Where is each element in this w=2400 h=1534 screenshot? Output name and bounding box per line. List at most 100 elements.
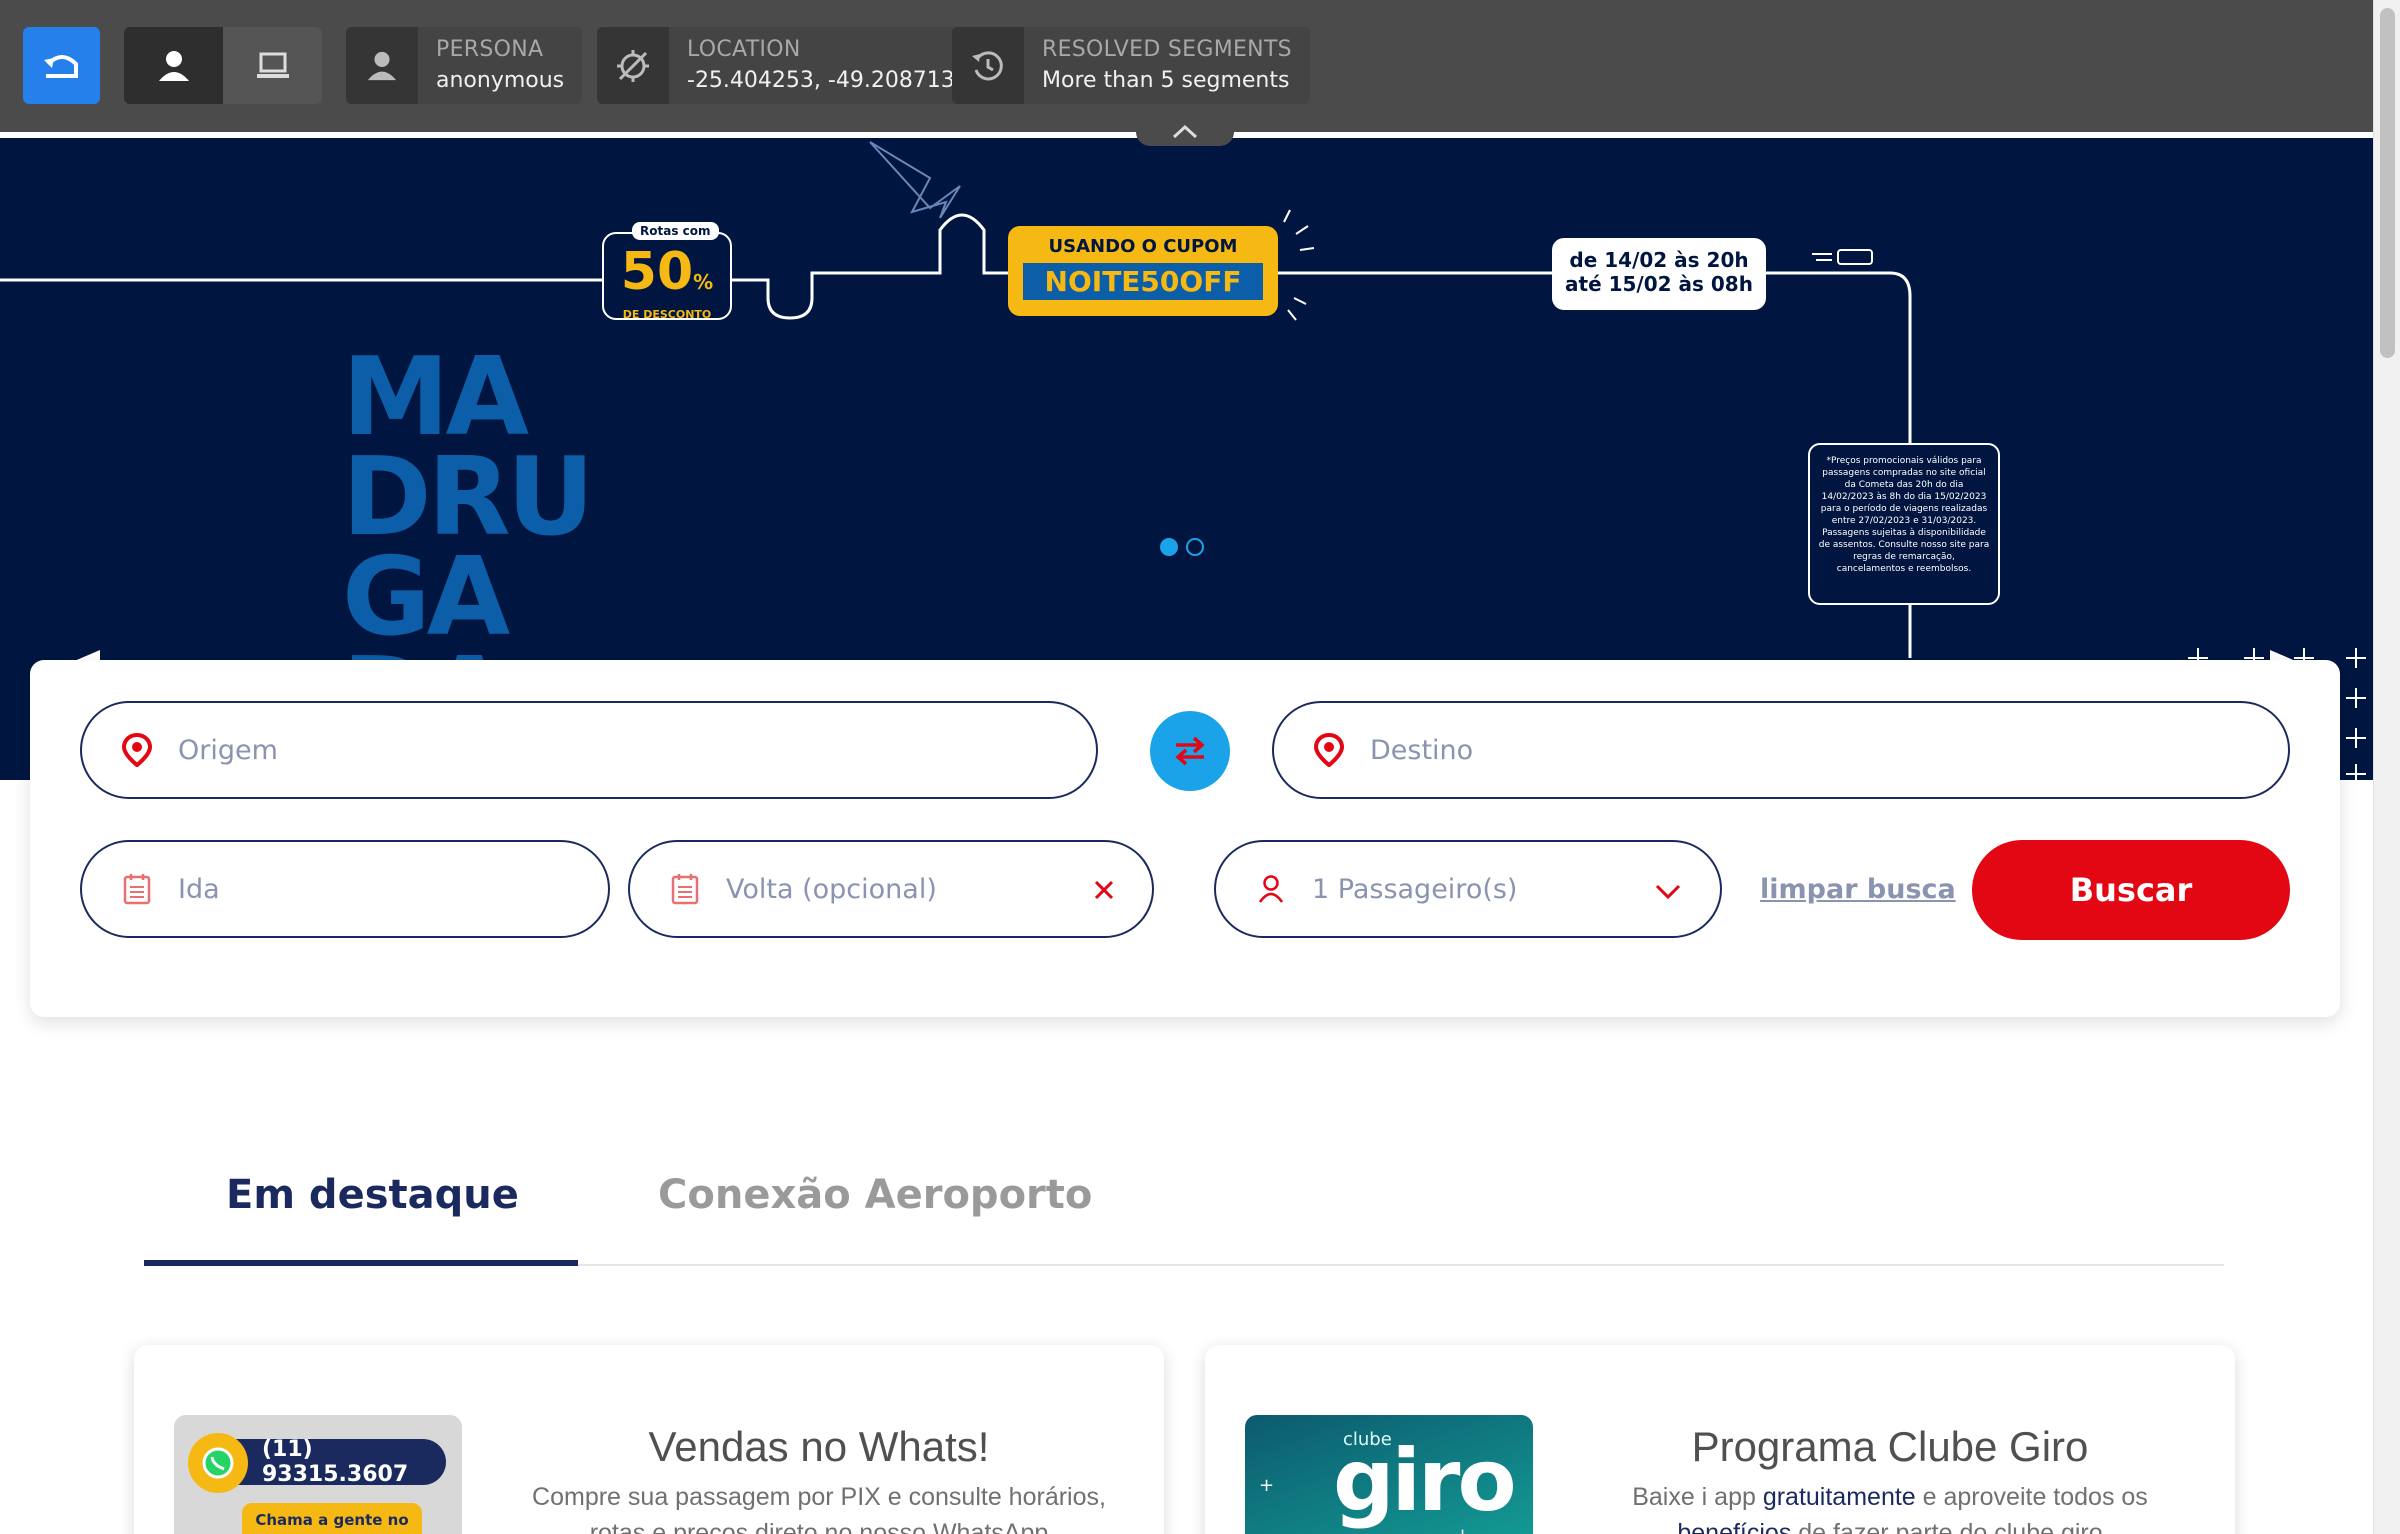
whatsapp-thumbnail: (11) 93315.3607 Chama a gente no [174, 1415, 462, 1534]
sparkle-icon: + [1455, 1525, 1470, 1534]
promo-dates: de 14/02 às 20h até 15/02 às 08h [1552, 238, 1766, 310]
segments-label: RESOLVED SEGMENTS [1042, 36, 1292, 62]
origin-field[interactable]: Origem [80, 701, 1098, 799]
clube-giro-thumbnail: clube giro + + [1245, 1415, 1533, 1534]
passengers-select[interactable]: 1 Passageiro(s) [1214, 840, 1722, 938]
whatsapp-caption: Chama a gente no [255, 1511, 409, 1529]
card-desc-line: rotas e preços direto no nosso WhatsApp [589, 1519, 1049, 1534]
destination-field[interactable]: Destino [1272, 701, 2290, 799]
return-date-field[interactable]: Volta (opcional) [628, 840, 1154, 938]
promo-fineprint: *Preços promocionais válidos para passag… [1808, 443, 2000, 605]
tab-conexao-aeroporto[interactable]: Conexão Aeroporto [658, 1172, 1092, 1218]
badge-sub-label: DE DESCONTO [622, 308, 712, 321]
clear-return-button[interactable] [1092, 878, 1116, 909]
headline-line: GA [342, 535, 510, 660]
location-label: LOCATION [687, 36, 801, 62]
location-text: LOCATION -25.404253, -49.208713 [669, 27, 973, 104]
calendar-icon [120, 872, 154, 906]
card-description: Compre sua passagem por PIX e consulte h… [514, 1479, 1124, 1534]
persona-icon-box [346, 27, 418, 104]
whatsapp-phone: (11) 93315.3607 [262, 1437, 409, 1487]
location-segment[interactable]: LOCATION -25.404253, -49.208713 [597, 27, 973, 104]
collapse-toolbar-button[interactable] [1136, 118, 1234, 146]
headline-line: MA [342, 335, 529, 460]
preview-mode-group [124, 27, 322, 104]
tab-em-destaque[interactable]: Em destaque [226, 1172, 519, 1218]
swap-cities-button[interactable] [1150, 711, 1230, 791]
card-desc-text: de fazer parte do clube giro [1791, 1519, 2103, 1534]
persona-value: anonymous [436, 67, 565, 93]
card-description: Baixe i app gratuitamente e aproveite to… [1585, 1479, 2195, 1534]
search-button[interactable]: Buscar [1972, 840, 2290, 940]
laptop-icon [256, 52, 289, 78]
segments-value: More than 5 segments [1042, 67, 1290, 93]
swap-icon [1175, 736, 1205, 766]
card-desc-line: Compre sua passagem por PIX e consulte h… [532, 1483, 1106, 1511]
segments-text: RESOLVED SEGMENTS More than 5 segments [1024, 27, 1310, 104]
discount-badge: Rotas com 50% DE DESCONTO [602, 222, 732, 321]
departure-date-field[interactable]: Ida [80, 840, 610, 938]
persona-segment[interactable]: PERSONA anonymous [346, 27, 583, 104]
chevron-up-icon [1172, 124, 1198, 139]
card-title: Vendas no Whats! [648, 1423, 990, 1470]
badge-number-value: 50 [620, 242, 694, 302]
device-mode-button[interactable] [223, 27, 322, 104]
passengers-value: 1 Passageiro(s) [1312, 873, 1518, 905]
carousel-dots [1160, 538, 1204, 556]
clear-search-link[interactable]: limpar busca [1760, 874, 1956, 905]
location-off-icon [617, 49, 649, 82]
sparkle-icon: + [1259, 1475, 1275, 1496]
card-desc-text: e aproveite todos os [1915, 1483, 2148, 1511]
carousel-dot-2[interactable] [1186, 538, 1204, 556]
segments-segment[interactable]: RESOLVED SEGMENTS More than 5 segments [952, 27, 1310, 104]
highlights-tabs: Em destaque Conexão Aeroporto [144, 1160, 2224, 1266]
search-form: Origem Destino Ida Volta (opcional) 1 Pa… [30, 660, 2340, 1017]
badge-number: 50% [604, 246, 730, 308]
pin-icon [120, 733, 154, 767]
card-desc-link[interactable]: gratuitamente [1763, 1483, 1916, 1511]
card-clube-giro[interactable]: clube giro + + Programa Clube Giro Baixe… [1205, 1345, 2235, 1534]
date-line-2: até 15/02 às 08h [1565, 272, 1753, 296]
undo-icon [43, 54, 78, 78]
giro-logo: giro [1333, 1431, 1517, 1531]
scrollbar-thumb[interactable] [2380, 8, 2395, 358]
person-icon [1254, 872, 1288, 906]
badge-top-label: Rotas com [632, 222, 719, 240]
card-desc-text: Baixe i app [1632, 1483, 1763, 1511]
departure-placeholder: Ida [178, 873, 220, 905]
location-icon-box [597, 27, 669, 104]
pin-icon [1312, 733, 1346, 767]
preview-toolbar: PERSONA anonymous LOCATION -25.404253, -… [0, 0, 2373, 132]
card-desc-line: Baixe i app gratuitamente e aproveite to… [1585, 1479, 2195, 1515]
card-desc-line: benefícios de fazer parte do clube giro [1585, 1515, 2195, 1534]
whatsapp-caption-pill: Chama a gente no [242, 1503, 422, 1534]
history-icon [972, 50, 1003, 80]
calendar-icon [668, 872, 702, 906]
headline-line: DRU [342, 435, 595, 560]
badge-percent: % [693, 270, 714, 294]
active-tab-indicator [144, 1260, 578, 1266]
origin-placeholder: Origem [178, 734, 278, 766]
card-whatsapp-sales[interactable]: (11) 93315.3607 Chama a gente no Vendas … [134, 1345, 1164, 1534]
persona-mode-button[interactable] [124, 27, 223, 104]
location-value: -25.404253, -49.208713 [687, 67, 955, 93]
card-desc-link[interactable]: benefícios [1677, 1519, 1791, 1534]
back-to-editor-button[interactable] [23, 27, 100, 104]
segments-icon-box [952, 27, 1024, 104]
card-title: Programa Clube Giro [1691, 1423, 2089, 1470]
close-icon [1094, 880, 1114, 900]
coupon-code: NOITE50OFF [1022, 263, 1264, 300]
page-scrollbar[interactable] [2373, 0, 2400, 1534]
chevron-down-icon [1654, 878, 1682, 909]
page: PERSONA anonymous LOCATION -25.404253, -… [0, 0, 2373, 1534]
carousel-dot-1[interactable] [1160, 538, 1178, 556]
whatsapp-icon [188, 1433, 248, 1493]
destination-placeholder: Destino [1370, 734, 1474, 766]
persona-label: PERSONA [436, 36, 544, 62]
person-icon [367, 51, 397, 80]
coupon-prefix: USANDO O CUPOM [1048, 236, 1238, 257]
date-line-1: de 14/02 às 20h [1569, 248, 1749, 272]
return-placeholder: Volta (opcional) [726, 873, 937, 905]
coupon-box: USANDO O CUPOM NOITE50OFF [1008, 226, 1278, 316]
persona-text: PERSONA anonymous [418, 27, 583, 104]
